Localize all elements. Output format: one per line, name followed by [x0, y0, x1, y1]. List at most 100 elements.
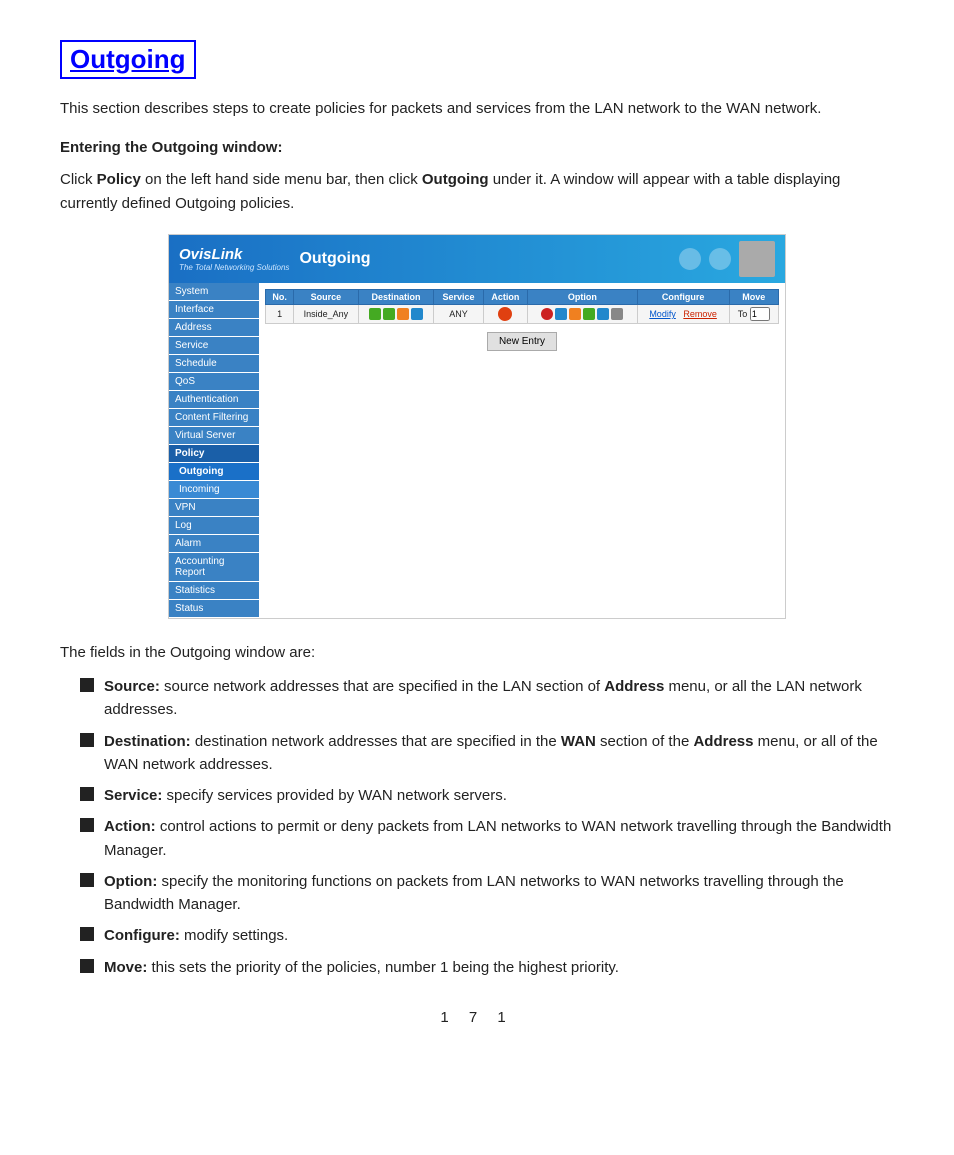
sidebar-system[interactable]: System	[169, 283, 259, 301]
ovis-text: Ovis	[179, 246, 212, 263]
service-bold: Service:	[104, 787, 162, 804]
move-bold: Move:	[104, 959, 147, 976]
option-bold: Option:	[104, 873, 157, 890]
sidebar-accounting-report[interactable]: Accounting Report	[169, 553, 259, 582]
sidebar-schedule[interactable]: Schedule	[169, 355, 259, 373]
sidebar-address[interactable]: Address	[169, 319, 259, 337]
ss-main: No. Source Destination Service Action Op…	[259, 283, 785, 618]
address-bold-2: Address	[693, 733, 753, 750]
outgoing-bold: Outgoing	[422, 171, 489, 188]
screenshot: OvisLink The Total Networking Solutions …	[168, 234, 786, 619]
link-text: Link	[212, 246, 243, 263]
sidebar-alarm[interactable]: Alarm	[169, 535, 259, 553]
sidebar-authentication[interactable]: Authentication	[169, 391, 259, 409]
bullet-icon-move	[80, 959, 94, 973]
bullet-move-text: Move: this sets the priority of the poli…	[104, 956, 619, 979]
ss-header: OvisLink The Total Networking Solutions …	[169, 235, 785, 283]
opt-icon-1	[541, 308, 553, 320]
bullet-icon-action	[80, 818, 94, 832]
fields-intro: The fields in the Outgoing window are:	[60, 641, 894, 665]
header-icon-1	[679, 248, 701, 270]
bullet-icon-destination	[80, 733, 94, 747]
sidebar-qos[interactable]: QoS	[169, 373, 259, 391]
col-option: Option	[528, 290, 637, 305]
source-bold: Source:	[104, 678, 160, 695]
fields-section: The fields in the Outgoing window are: S…	[60, 641, 894, 979]
new-entry-container: New Entry	[265, 332, 779, 351]
action-deny-icon	[498, 307, 512, 321]
screenshot-container: OvisLink The Total Networking Solutions …	[60, 234, 894, 619]
bullet-destination-text: Destination: destination network address…	[104, 730, 894, 777]
intro-text: This section describes steps to create p…	[60, 97, 894, 121]
sidebar-statistics[interactable]: Statistics	[169, 582, 259, 600]
dest-icon-1	[369, 308, 381, 320]
header-icon-2	[709, 248, 731, 270]
cell-no: 1	[266, 305, 294, 324]
col-source: Source	[294, 290, 358, 305]
ss-logo-sub: The Total Networking Solutions	[179, 263, 289, 272]
cell-option	[528, 305, 637, 324]
bullet-service: Service: specify services provided by WA…	[80, 784, 894, 807]
sidebar-virtual-server[interactable]: Virtual Server	[169, 427, 259, 445]
col-destination: Destination	[358, 290, 434, 305]
col-move: Move	[729, 290, 778, 305]
sidebar-interface[interactable]: Interface	[169, 301, 259, 319]
remove-link[interactable]: Remove	[683, 309, 717, 319]
ss-header-icons	[679, 241, 775, 277]
page-number: 1 7 1	[60, 1009, 894, 1026]
opt-icon-4	[583, 308, 595, 320]
sidebar-status[interactable]: Status	[169, 600, 259, 618]
col-configure: Configure	[637, 290, 729, 305]
dest-icon-4	[411, 308, 423, 320]
bullet-source-text: Source: source network addresses that ar…	[104, 675, 894, 722]
bullet-icon-service	[80, 787, 94, 801]
destination-bold: Destination:	[104, 733, 191, 750]
wan-bold: WAN	[561, 733, 596, 750]
sidebar-service[interactable]: Service	[169, 337, 259, 355]
sidebar-log[interactable]: Log	[169, 517, 259, 535]
sidebar-content-filtering[interactable]: Content Filtering	[169, 409, 259, 427]
col-service: Service	[434, 290, 483, 305]
col-no: No.	[266, 290, 294, 305]
ss-body: System Interface Address Service Schedul…	[169, 283, 785, 618]
sidebar-outgoing[interactable]: Outgoing	[169, 463, 259, 481]
bullet-icon-source	[80, 678, 94, 692]
configure-bold: Configure:	[104, 927, 180, 944]
bullet-configure-text: Configure: modify settings.	[104, 924, 288, 947]
dest-icon-2	[383, 308, 395, 320]
opt-icon-2	[555, 308, 567, 320]
bullet-configure: Configure: modify settings.	[80, 924, 894, 947]
page-title[interactable]: Outgoing	[60, 40, 196, 79]
cell-service: ANY	[434, 305, 483, 324]
cell-configure: Modify Remove	[637, 305, 729, 324]
sidebar-incoming[interactable]: Incoming	[169, 481, 259, 499]
ss-logo-top: OvisLink	[179, 246, 289, 263]
sidebar-vpn[interactable]: VPN	[169, 499, 259, 517]
option-icons	[532, 308, 632, 320]
bullet-source: Source: source network addresses that ar…	[80, 675, 894, 722]
cell-action	[483, 305, 527, 324]
click-text-2: on the left hand side menu bar, then cli…	[141, 171, 422, 188]
cell-move: To	[729, 305, 778, 324]
ss-logo: OvisLink The Total Networking Solutions	[179, 246, 289, 272]
destination-icons	[363, 308, 430, 320]
bullet-action-text: Action: control actions to permit or den…	[104, 815, 894, 862]
bullet-option: Option: specify the monitoring functions…	[80, 870, 894, 917]
bullet-destination: Destination: destination network address…	[80, 730, 894, 777]
ss-header-title: Outgoing	[289, 250, 679, 268]
bullet-service-text: Service: specify services provided by WA…	[104, 784, 507, 807]
address-bold: Address	[604, 678, 664, 695]
move-to: To	[738, 309, 748, 319]
action-bold: Action:	[104, 818, 156, 835]
click-text-1: Click	[60, 171, 97, 188]
new-entry-button[interactable]: New Entry	[487, 332, 557, 351]
opt-icon-3	[569, 308, 581, 320]
opt-icon-6	[611, 308, 623, 320]
modify-link[interactable]: Modify	[649, 309, 676, 319]
bullet-option-text: Option: specify the monitoring functions…	[104, 870, 894, 917]
sidebar-policy[interactable]: Policy	[169, 445, 259, 463]
bullet-icon-option	[80, 873, 94, 887]
bullet-action: Action: control actions to permit or den…	[80, 815, 894, 862]
ss-sidebar: System Interface Address Service Schedul…	[169, 283, 259, 618]
move-input[interactable]	[750, 307, 770, 321]
